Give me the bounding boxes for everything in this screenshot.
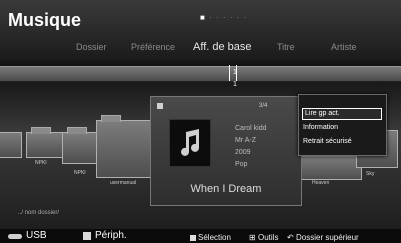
release-year: 2009 xyxy=(235,149,251,156)
menu-item-retrait-securise[interactable]: Retrait sécurisé xyxy=(303,138,352,145)
checkbox-square-icon xyxy=(157,103,163,109)
return-label[interactable]: Dossier supérieur xyxy=(296,233,359,242)
peripheral-label[interactable]: Périph. xyxy=(95,230,127,241)
peripheral-icon xyxy=(83,232,91,240)
page-indicator-dots: ■ · · · · · · xyxy=(200,13,248,22)
music-browser-screen: Musique ■ · · · · · · Dossier Préférence… xyxy=(0,0,401,243)
tab-artiste[interactable]: Artiste xyxy=(331,42,357,52)
folder-label: NPKI xyxy=(74,170,86,176)
album-name: Mr A-Z xyxy=(235,137,256,144)
song-title: When I Dream xyxy=(190,183,262,195)
tools-icon: ⊞ xyxy=(249,233,256,242)
usb-icon xyxy=(8,234,22,239)
menu-item-lire-gp-act[interactable]: Lire gp act. xyxy=(302,108,382,120)
timeline-bottom-number: 1 xyxy=(233,81,237,88)
selection-square-icon xyxy=(190,235,196,241)
folder-label: usermanual xyxy=(110,180,137,186)
return-icon: ↶ xyxy=(287,233,294,242)
usb-label[interactable]: USB xyxy=(26,230,47,241)
folder-item[interactable] xyxy=(96,115,152,178)
folder-item[interactable] xyxy=(26,127,64,158)
folder-item[interactable] xyxy=(62,127,100,164)
menu-item-information[interactable]: Information xyxy=(303,124,338,131)
folder-label: Sky xyxy=(366,171,375,177)
folder-label: Heaven xyxy=(312,180,330,186)
context-menu: Lire gp act. Information Retrait sécuris… xyxy=(298,94,387,156)
folder-item[interactable] xyxy=(300,156,362,180)
tab-preference[interactable]: Préférence xyxy=(131,42,175,52)
tools-label[interactable]: Outils xyxy=(258,233,278,242)
timeline-top-number: 1 xyxy=(233,69,237,76)
music-note-icon xyxy=(169,119,211,167)
tab-aff-de-base[interactable]: Aff. de base xyxy=(193,41,252,53)
page-title: Musique xyxy=(8,10,82,30)
view-tabs: Dossier Préférence Aff. de base Titre Ar… xyxy=(0,41,401,56)
folder-label: NPKI xyxy=(35,160,47,166)
item-count: 3/4 xyxy=(259,103,268,109)
timeline-bar[interactable] xyxy=(0,66,401,82)
tab-titre[interactable]: Titre xyxy=(277,42,295,52)
current-item-panel[interactable]: 3/4 Carol kidd Mr A-Z 2009 Pop When I Dr… xyxy=(150,96,302,206)
folder-path: ../ nom dossier/ xyxy=(18,210,60,216)
folder-item[interactable] xyxy=(0,132,22,158)
genre: Pop xyxy=(235,161,248,168)
track-metadata: Carol kidd Mr A-Z 2009 Pop xyxy=(235,123,267,171)
tab-dossier[interactable]: Dossier xyxy=(76,42,107,52)
selection-label[interactable]: Sélection xyxy=(198,233,231,242)
artist-name: Carol kidd xyxy=(235,125,267,132)
